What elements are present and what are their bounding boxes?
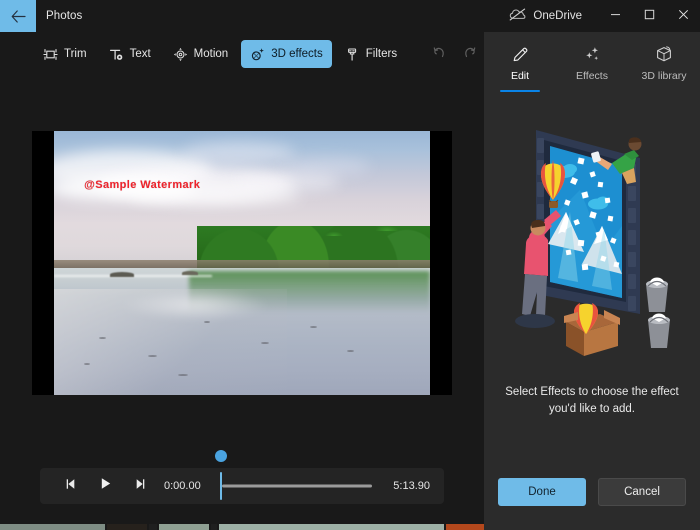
tab-label-3d-library: 3D library xyxy=(641,70,687,82)
panel-tab-bar: Edit Effects 3D library xyxy=(484,32,700,92)
storyboard-gap xyxy=(149,524,157,530)
storyboard-thumbnail[interactable] xyxy=(159,524,209,530)
toolbar-item-filters[interactable]: Filters xyxy=(336,40,406,68)
playback-controls: 0:00.00 5:13.90 xyxy=(40,450,444,504)
toolbar-item-3d-effects[interactable]: 3D effects xyxy=(241,40,332,68)
duration-label: 5:13.90 xyxy=(393,480,430,492)
panel-message: Select Effects to choose the effect you'… xyxy=(505,386,679,416)
storyboard-thumbnail[interactable] xyxy=(107,524,147,530)
storyboard-thumbnail[interactable] xyxy=(446,524,484,530)
panel-action-bar: Done Cancel xyxy=(484,464,700,530)
window-controls xyxy=(598,0,700,32)
back-button[interactable] xyxy=(0,0,36,32)
toolbar-label-motion: Motion xyxy=(193,48,229,60)
toolbar-label-text: Text xyxy=(129,48,151,60)
cancel-button[interactable]: Cancel xyxy=(598,478,686,506)
motion-icon xyxy=(173,47,188,62)
scene-palm-tree xyxy=(369,215,404,232)
cloud xyxy=(234,172,340,192)
storyboard-thumbnail[interactable] xyxy=(219,524,444,530)
tab-3d-library[interactable]: 3D library xyxy=(628,38,700,88)
storyboard-strip[interactable] xyxy=(0,524,484,530)
cloud xyxy=(129,188,303,206)
onedrive-label: OneDrive xyxy=(533,10,582,22)
tab-label-edit: Edit xyxy=(510,70,530,82)
toolbar-label-trim: Trim xyxy=(64,48,87,60)
toolbar-label-3d-effects: 3D effects xyxy=(271,48,323,60)
cloud xyxy=(181,141,295,164)
onedrive-status-button[interactable]: OneDrive xyxy=(505,0,598,32)
panel-content: Select Effects to choose the effect you'… xyxy=(484,88,700,464)
tab-effects[interactable]: Effects xyxy=(556,38,628,88)
filters-icon xyxy=(345,47,360,62)
redo-button[interactable] xyxy=(457,40,484,68)
main-area: Trim Text Motion 3D effects Filters @Sam… xyxy=(0,32,700,530)
scene-speck xyxy=(178,373,189,376)
close-button[interactable] xyxy=(666,0,700,32)
playhead-line xyxy=(220,472,222,500)
playhead-handle[interactable] xyxy=(215,450,227,462)
3d-effects-icon xyxy=(250,47,265,62)
play-button[interactable] xyxy=(88,471,122,501)
toolbar-label-filters: Filters xyxy=(365,48,398,60)
video-preview[interactable]: @Sample Watermark xyxy=(32,131,452,395)
preview-stage: @Sample Watermark xyxy=(0,76,484,442)
undo-icon xyxy=(431,45,447,64)
toolbar-item-trim[interactable]: Trim xyxy=(34,40,96,68)
previous-frame-button[interactable] xyxy=(54,471,88,501)
text-icon xyxy=(109,47,124,62)
scene-rock xyxy=(110,272,135,278)
redo-icon xyxy=(462,45,478,64)
scene-rock xyxy=(181,271,198,276)
tab-edit[interactable]: Edit xyxy=(484,38,556,92)
sparkles-icon xyxy=(583,44,602,64)
titlebar-spacer xyxy=(82,0,505,32)
onedrive-offline-cloud-icon xyxy=(509,8,526,24)
current-time-label: 0:00.00 xyxy=(164,480,201,492)
maximize-button[interactable] xyxy=(632,0,666,32)
toolbar-item-text[interactable]: Text xyxy=(100,40,160,68)
photos-video-editor-window: Photos OneDrive Trim Text Motion 3D effe… xyxy=(0,0,700,530)
next-frame-icon xyxy=(133,477,146,495)
cloud xyxy=(279,158,370,175)
storyboard-thumbnail[interactable] xyxy=(0,524,105,530)
minimize-button[interactable] xyxy=(598,0,632,32)
editor-column: Trim Text Motion 3D effects Filters @Sam… xyxy=(0,32,484,530)
toolbar-item-motion[interactable]: Motion xyxy=(164,40,238,68)
maximize-icon xyxy=(644,7,655,25)
video-canvas: @Sample Watermark xyxy=(54,131,430,395)
pencil-icon xyxy=(511,44,530,64)
seek-slider[interactable] xyxy=(215,450,380,504)
storyboard-gap xyxy=(211,524,217,530)
trim-icon xyxy=(43,47,58,62)
effects-empty-state-illustration xyxy=(515,130,670,356)
undo-button[interactable] xyxy=(425,40,452,68)
next-frame-button[interactable] xyxy=(122,471,156,501)
effects-side-panel: Edit Effects 3D library Select Effects t… xyxy=(484,32,700,530)
app-title: Photos xyxy=(46,10,83,22)
back-arrow-icon xyxy=(11,9,26,23)
done-button[interactable]: Done xyxy=(498,478,586,506)
minimize-icon xyxy=(610,7,621,25)
seek-track xyxy=(222,484,372,488)
title-bar: Photos OneDrive xyxy=(0,0,700,32)
scene-palm-tree xyxy=(321,223,348,237)
editor-toolbar: Trim Text Motion 3D effects Filters xyxy=(0,32,484,76)
previous-frame-icon xyxy=(65,477,78,495)
tab-label-effects: Effects xyxy=(576,70,608,82)
scene-speck xyxy=(99,336,107,339)
close-icon xyxy=(678,7,689,25)
scene-sand-sheen xyxy=(54,289,288,395)
play-icon xyxy=(99,477,112,495)
watermark-text: @Sample Watermark xyxy=(84,178,201,191)
cube-icon xyxy=(654,44,674,64)
playback-controls-area: 0:00.00 5:13.90 xyxy=(0,442,484,530)
